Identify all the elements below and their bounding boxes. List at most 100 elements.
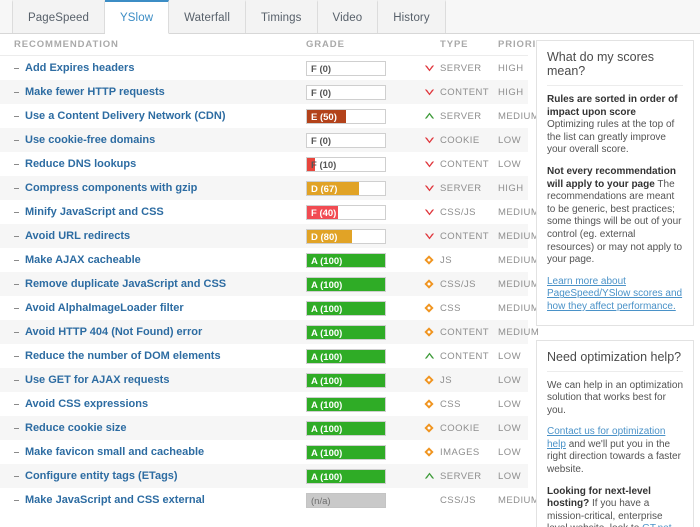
- collapse-toggle-icon[interactable]: [14, 67, 19, 69]
- trend-down-icon[interactable]: [424, 227, 435, 244]
- collapse-toggle-icon[interactable]: [14, 187, 19, 189]
- recommendation-link[interactable]: Avoid CSS expressions: [14, 398, 306, 410]
- row-type: CONTENT: [440, 158, 490, 170]
- trend-neutral-icon[interactable]: [424, 275, 434, 292]
- trend-down-icon[interactable]: [424, 131, 435, 148]
- trend-indicator: [418, 160, 440, 168]
- collapse-toggle-icon[interactable]: [14, 163, 19, 165]
- recommendation-link[interactable]: Avoid AlphaImageLoader filter: [14, 302, 306, 314]
- grade-bar: F (0): [306, 84, 386, 100]
- grade-value: A (100): [311, 327, 343, 339]
- trend-up-icon[interactable]: [424, 107, 435, 124]
- table-row[interactable]: Minify JavaScript and CSS F (40) CSS/JS MED…: [0, 200, 539, 224]
- trend-indicator: [418, 136, 440, 144]
- recommendation-link[interactable]: Make JavaScript and CSS external: [14, 494, 306, 506]
- recommendation-label: Use GET for AJAX requests: [25, 374, 170, 386]
- recommendation-link[interactable]: Make fewer HTTP requests: [14, 86, 306, 98]
- recommendation-link[interactable]: Remove duplicate JavaScript and CSS: [14, 278, 306, 290]
- table-row[interactable]: Reduce cookie size A (100) COOKIE LOW: [0, 416, 528, 440]
- table-row[interactable]: Reduce DNS lookups F (10) CONTENT LOW: [0, 152, 528, 176]
- trend-neutral-icon[interactable]: [424, 395, 434, 412]
- table-row[interactable]: Use GET for AJAX requests A (100) JS LOW: [0, 368, 528, 392]
- trend-up-icon[interactable]: [424, 467, 435, 484]
- tab-history[interactable]: History: [378, 0, 446, 33]
- trend-neutral-icon[interactable]: [424, 323, 434, 340]
- tab-yslow[interactable]: YSlow: [105, 0, 170, 34]
- collapse-toggle-icon[interactable]: [14, 355, 19, 357]
- trend-neutral-icon[interactable]: [424, 371, 434, 388]
- learn-more-link[interactable]: Learn more about PageSpeed/YSlow scores …: [547, 276, 682, 312]
- trend-neutral-icon[interactable]: [424, 251, 434, 268]
- recommendation-link[interactable]: Reduce DNS lookups: [14, 158, 306, 170]
- row-type: CONTENT: [440, 86, 490, 98]
- grade-bar: A (100): [306, 468, 386, 484]
- collapse-toggle-icon[interactable]: [14, 403, 19, 405]
- table-row[interactable]: Remove duplicate JavaScript and CSS A (10…: [0, 272, 539, 296]
- table-row[interactable]: Avoid AlphaImageLoader filter A (100) CSS M…: [0, 296, 539, 320]
- recommendation-link[interactable]: Use a Content Delivery Network (CDN): [14, 110, 306, 122]
- trend-up-icon[interactable]: [424, 347, 435, 364]
- table-row[interactable]: Use cookie-free domains F (0) COOKIE LOW: [0, 128, 528, 152]
- collapse-toggle-icon[interactable]: [14, 259, 19, 261]
- table-row[interactable]: Make AJAX cacheable A (100) JS MEDIUM: [0, 248, 539, 272]
- recommendation-link[interactable]: Make favicon small and cacheable: [14, 446, 306, 458]
- trend-down-icon[interactable]: [424, 179, 435, 196]
- recommendation-link[interactable]: Add Expires headers: [14, 62, 306, 74]
- collapse-toggle-icon[interactable]: [14, 379, 19, 381]
- collapse-toggle-icon[interactable]: [14, 331, 19, 333]
- trend-neutral-icon[interactable]: [424, 299, 434, 316]
- trend-down-icon[interactable]: [424, 155, 435, 172]
- trend-indicator: [418, 472, 440, 480]
- table-row[interactable]: Avoid HTTP 404 (Not Found) error A (100) C…: [0, 320, 539, 344]
- collapse-toggle-icon[interactable]: [14, 499, 19, 501]
- scores-panel-p1-body: Optimizing rules at the top of the list …: [547, 119, 675, 156]
- table-row[interactable]: Add Expires headers F (0) SERVER HIGH: [0, 56, 528, 80]
- table-row[interactable]: Reduce the number of DOM elements A (100)…: [0, 344, 528, 368]
- recommendation-link[interactable]: Compress components with gzip: [14, 182, 306, 194]
- collapse-toggle-icon[interactable]: [14, 235, 19, 237]
- grade-value: A (100): [311, 351, 343, 363]
- collapse-toggle-icon[interactable]: [14, 451, 19, 453]
- table-row[interactable]: Make JavaScript and CSS external (n/a) CSS…: [0, 488, 539, 512]
- collapse-toggle-icon[interactable]: [14, 283, 19, 285]
- recommendation-link[interactable]: Reduce cookie size: [14, 422, 306, 434]
- recommendation-link[interactable]: Avoid HTTP 404 (Not Found) error: [14, 326, 306, 338]
- table-row[interactable]: Make fewer HTTP requests F (0) CONTENT HIGH: [0, 80, 528, 104]
- recommendation-link[interactable]: Reduce the number of DOM elements: [14, 350, 306, 362]
- table-row[interactable]: Avoid CSS expressions A (100) CSS LOW: [0, 392, 528, 416]
- help-panel-paragraph-1: We can help in an optimization solution …: [547, 379, 684, 416]
- table-row[interactable]: Configure entity tags (ETags) A (100) SERV…: [0, 464, 528, 488]
- recommendation-link[interactable]: Avoid URL redirects: [14, 230, 306, 242]
- recommendation-link[interactable]: Use cookie-free domains: [14, 134, 306, 146]
- collapse-toggle-icon[interactable]: [14, 211, 19, 213]
- recommendation-link[interactable]: Use GET for AJAX requests: [14, 374, 306, 386]
- collapse-toggle-icon[interactable]: [14, 115, 19, 117]
- trend-down-icon[interactable]: [424, 83, 435, 100]
- table-row[interactable]: Make favicon small and cacheable A (100) I…: [0, 440, 528, 464]
- tab-timings[interactable]: Timings: [245, 0, 318, 33]
- recommendation-label: Make JavaScript and CSS external: [25, 494, 205, 506]
- scores-panel-paragraph-1: Rules are sorted in order of impact upon…: [547, 94, 683, 157]
- tab-video[interactable]: Video: [317, 0, 379, 33]
- collapse-toggle-icon[interactable]: [14, 427, 19, 429]
- collapse-toggle-icon[interactable]: [14, 475, 19, 477]
- recommendation-label: Avoid CSS expressions: [25, 398, 149, 410]
- table-row[interactable]: Avoid URL redirects D (80) CONTENT MEDIUM: [0, 224, 539, 248]
- trend-neutral-icon[interactable]: [424, 443, 434, 460]
- row-type: CSS: [440, 302, 461, 314]
- tab-waterfall[interactable]: Waterfall: [169, 0, 246, 33]
- recommendation-link[interactable]: Make AJAX cacheable: [14, 254, 306, 266]
- trend-down-icon[interactable]: [424, 59, 435, 76]
- trend-down-icon[interactable]: [424, 203, 435, 220]
- trend-neutral-icon[interactable]: [424, 419, 434, 436]
- recommendation-link[interactable]: Configure entity tags (ETags): [14, 470, 306, 482]
- gtmetrix-yslow-report: PageSpeed YSlow Waterfall Timings Video Histo…: [0, 0, 700, 527]
- optimization-help-panel: Need optimization help? We can help in a…: [536, 339, 694, 527]
- collapse-toggle-icon[interactable]: [14, 91, 19, 93]
- tab-pagespeed[interactable]: PageSpeed: [12, 0, 106, 33]
- table-row[interactable]: Use a Content Delivery Network (CDN) E (5…: [0, 104, 539, 128]
- collapse-toggle-icon[interactable]: [14, 307, 19, 309]
- recommendation-link[interactable]: Minify JavaScript and CSS: [14, 206, 306, 218]
- table-row[interactable]: Compress components with gzip D (67) SERVE…: [0, 176, 528, 200]
- collapse-toggle-icon[interactable]: [14, 139, 19, 141]
